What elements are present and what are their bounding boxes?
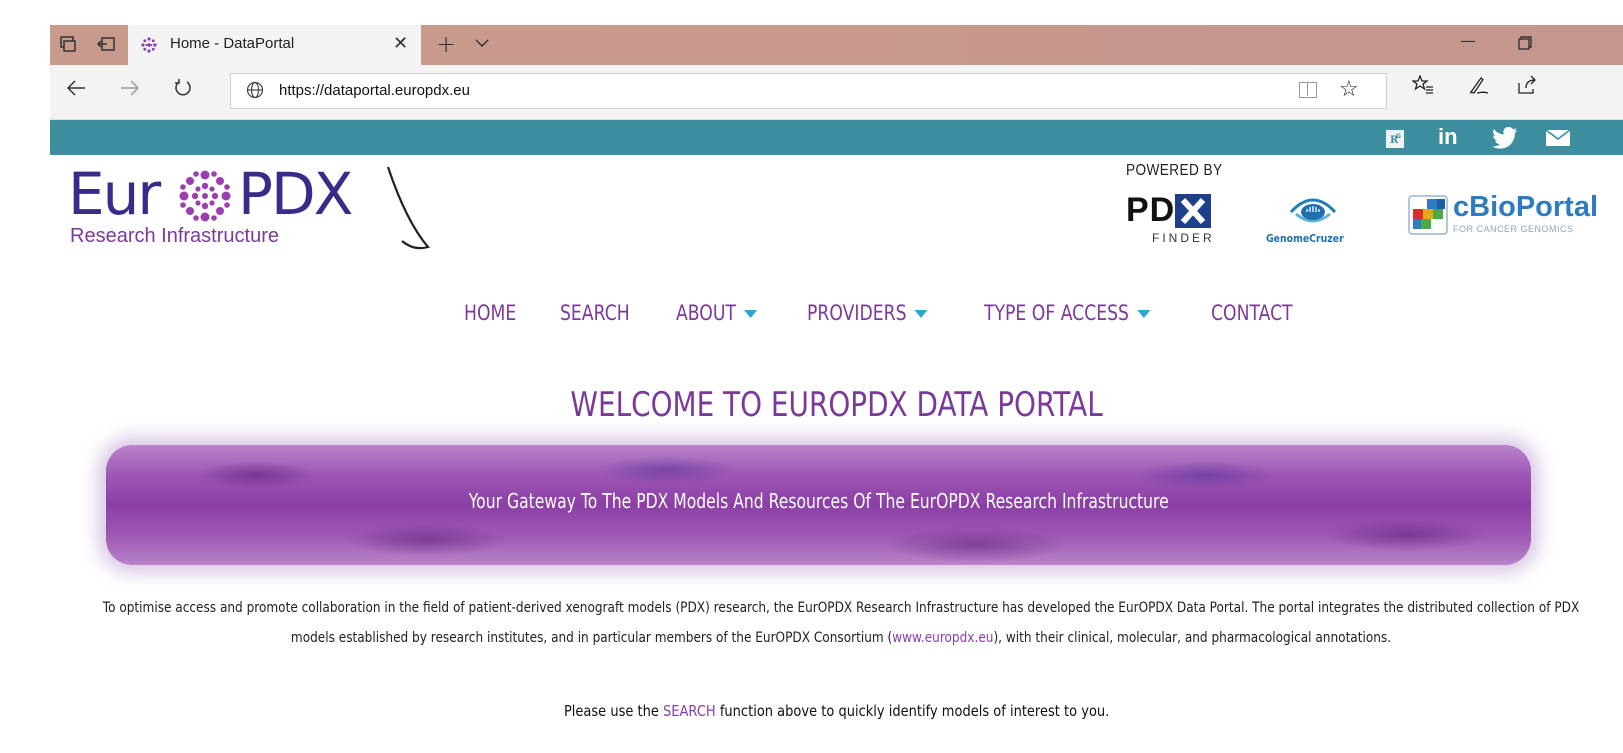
- logo-subtitle: Research Infrastructure: [70, 225, 279, 247]
- caret-down-icon: [914, 310, 928, 318]
- favorites-list-icon[interactable]: [1411, 74, 1434, 100]
- minimize-icon[interactable]: —: [1460, 31, 1476, 50]
- tab-title: Home - DataPortal: [170, 35, 295, 52]
- email-icon[interactable]: [1545, 129, 1571, 152]
- hero-banner: Your Gateway To The PDX Models And Resou…: [106, 445, 1531, 565]
- logo-text-pdx: PDX: [238, 160, 353, 228]
- nav-providers[interactable]: PROVIDERS: [807, 301, 928, 325]
- cbioportal-sub: FOR CANCER GENOMICS: [1453, 224, 1574, 234]
- restore-icon[interactable]: [1518, 35, 1532, 54]
- linkedin-icon[interactable]: in: [1438, 124, 1458, 150]
- search-hint-after: function above to quickly identify model…: [715, 702, 1110, 720]
- cbioportal-icon: [1407, 194, 1449, 240]
- genomecruzer-eye-icon: [1288, 192, 1338, 234]
- nav-home[interactable]: HOME: [464, 301, 516, 325]
- logo-text-eur: Eur: [68, 160, 161, 228]
- genomecruzer-logo[interactable]: GenomeCruzer: [1262, 192, 1362, 252]
- tab-close-icon[interactable]: ✕: [393, 33, 408, 54]
- caret-down-icon: [744, 310, 758, 318]
- url-text[interactable]: https://dataportal.europdx.eu: [279, 82, 470, 99]
- logo-cell-icon: [176, 167, 234, 229]
- cbioportal-text: cBioPortal: [1453, 191, 1599, 223]
- pdx-finder-sub: FINDER: [1152, 231, 1215, 245]
- twitter-icon[interactable]: [1492, 126, 1518, 154]
- caret-down-icon: [1137, 310, 1151, 318]
- nav-about-label: ABOUT: [676, 301, 736, 325]
- pdx-finder-text: PD: [1126, 191, 1176, 229]
- powered-by-label: POWERED BY: [1126, 162, 1223, 179]
- intro-paragraph: To optimise access and promote collabora…: [90, 593, 1592, 653]
- banner-text-content: Your Gateway To The PDX Models And Resou…: [468, 489, 1169, 513]
- search-hint-text: Please use the SEARCH function above to …: [564, 702, 1109, 720]
- tab-preview-icon[interactable]: [58, 35, 78, 55]
- page-title: WELCOME TO EUROPDX DATA PORTAL: [50, 385, 1623, 425]
- chevron-down-icon[interactable]: [474, 34, 490, 53]
- address-bar[interactable]: https://dataportal.europdx.eu ☆: [230, 73, 1387, 109]
- web-note-pen-icon[interactable]: [1468, 75, 1490, 100]
- researchgate-icon[interactable]: RG: [1386, 130, 1404, 153]
- nav-contact[interactable]: CONTACT: [1211, 301, 1293, 325]
- new-tab-icon[interactable]: +: [436, 30, 456, 58]
- tab-home-dataportal[interactable]: Home - DataPortal ✕: [128, 25, 421, 65]
- search-link[interactable]: SEARCH: [663, 702, 716, 720]
- search-hint-before: Please use the: [563, 702, 663, 720]
- intro-text-part2: ), with their clinical, molecular, and p…: [993, 630, 1392, 646]
- globe-icon: [246, 81, 264, 99]
- forward-arrow-icon[interactable]: [120, 78, 140, 102]
- nav-type-of-access[interactable]: TYPE OF ACCESS: [984, 301, 1151, 325]
- tab-strip: Home - DataPortal ✕ + —: [50, 25, 1623, 65]
- nav-about[interactable]: ABOUT: [676, 301, 758, 325]
- address-bar-row: https://dataportal.europdx.eu ☆: [50, 65, 1623, 120]
- logo-swoosh-icon: [348, 161, 430, 257]
- pdx-finder-x-icon: [1175, 194, 1212, 228]
- pdx-finder-logo[interactable]: PD FINDER: [1126, 191, 1212, 245]
- nav-search[interactable]: SEARCH: [560, 301, 630, 325]
- page-title-text: WELCOME TO EUROPDX DATA PORTAL: [570, 385, 1103, 425]
- cbioportal-logo[interactable]: cBioPortal FOR CANCER GENOMICS: [1407, 191, 1623, 242]
- intro-text: To optimise access and promote collabora…: [90, 593, 1593, 653]
- social-topbar: RG in: [50, 120, 1623, 155]
- nav-type-of-access-label: TYPE OF ACCESS: [984, 301, 1129, 325]
- favorite-star-icon[interactable]: ☆: [1339, 77, 1359, 102]
- reading-view-icon[interactable]: [1299, 82, 1317, 98]
- refresh-icon[interactable]: [173, 78, 193, 103]
- back-arrow-icon[interactable]: [66, 78, 86, 102]
- genomecruzer-text: GenomeCruzer: [1266, 232, 1344, 245]
- browser-window: Home - DataPortal ✕ + — https://dataport…: [50, 25, 1623, 753]
- set-aside-tabs-icon[interactable]: [96, 35, 116, 55]
- europdx-favicon: [140, 36, 158, 54]
- europdx-link[interactable]: www.europdx.eu: [892, 630, 993, 646]
- nav-providers-label: PROVIDERS: [807, 301, 907, 325]
- banner-text: Your Gateway To The PDX Models And Resou…: [106, 489, 1531, 513]
- svg-text:G: G: [1396, 133, 1401, 140]
- share-icon[interactable]: [1517, 75, 1539, 100]
- search-hint: Please use the SEARCH function above to …: [50, 702, 1623, 720]
- europdx-logo[interactable]: Eur PDX Research Infrastructure: [68, 160, 430, 253]
